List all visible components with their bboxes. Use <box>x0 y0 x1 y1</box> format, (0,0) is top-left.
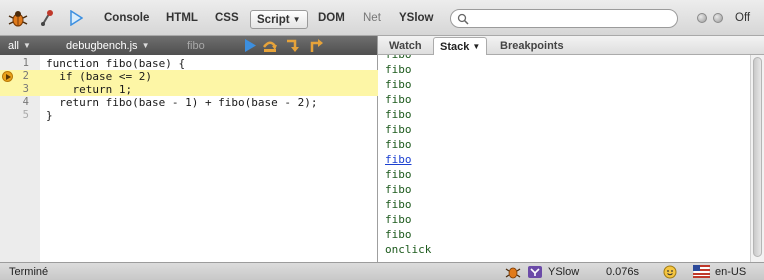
tab-yslow[interactable]: YSlow <box>399 0 434 36</box>
us-flag-icon[interactable] <box>693 265 710 278</box>
tab-dom[interactable]: DOM <box>318 0 345 36</box>
stack-frame[interactable]: fibo <box>385 108 412 122</box>
continue-icon[interactable] <box>69 0 83 36</box>
chevron-down-icon: ▼ <box>23 41 31 50</box>
yslow-label[interactable]: YSlow <box>548 263 579 280</box>
stack-frame[interactable]: fibo <box>385 78 412 92</box>
code-view[interactable]: 1 function fibo(base) { 2 if (base <= 2)… <box>0 55 378 262</box>
line-number[interactable]: 4 <box>0 96 29 109</box>
stack-frame[interactable]: fibo <box>385 183 412 197</box>
stack-frame[interactable]: fibo <box>385 93 412 107</box>
off-button[interactable]: Off <box>735 0 750 36</box>
status-text: Terminé <box>9 266 49 278</box>
code-text: function fibo(base) { <box>46 57 186 70</box>
code-text: return fibo(base - 1) + fibo(base - 2); <box>46 96 318 109</box>
tab-watch[interactable]: Watch <box>389 36 422 55</box>
call-stack-list: fibo fibo fibo fibo fibo fibo fibo fibo … <box>378 55 750 262</box>
step-over-icon[interactable] <box>262 38 278 53</box>
tab-html[interactable]: HTML <box>166 0 198 36</box>
line-number[interactable]: 5 <box>0 109 29 122</box>
tab-stack[interactable]: Stack ▼ <box>433 37 488 55</box>
chevron-down-icon: ▼ <box>472 42 481 51</box>
search-icon <box>457 13 469 25</box>
scrollbar-thumb[interactable] <box>753 57 762 257</box>
vertical-scrollbar[interactable] <box>750 55 764 262</box>
code-line[interactable]: 3 return 1; <box>0 83 378 96</box>
context-select[interactable]: all ▼ <box>8 36 31 55</box>
script-subtoolbar: all ▼ debugbench.js ▼ fibo <box>0 36 377 55</box>
tab-console[interactable]: Console <box>104 0 149 36</box>
side-panel: Watch Stack ▼ Breakpoints fibo fibo fibo… <box>378 36 764 262</box>
stack-frame[interactable]: fibo <box>385 138 412 152</box>
code-line[interactable]: 5 } <box>0 109 378 122</box>
yslow-icon[interactable] <box>527 265 543 279</box>
search-input[interactable] <box>450 9 678 28</box>
current-function-label: fibo <box>187 39 205 52</box>
timing-readout: 0.076s <box>606 266 640 278</box>
code-line-current[interactable]: 2 if (base <= 2) <box>0 70 378 83</box>
tab-net[interactable]: Net <box>363 0 381 36</box>
file-select-value: debugbench.js <box>66 39 138 52</box>
line-number[interactable]: 2 <box>0 70 29 83</box>
code-text: return 1; <box>46 83 133 96</box>
inspect-icon[interactable] <box>40 0 56 36</box>
code-line[interactable]: 1 function fibo(base) { <box>0 57 378 70</box>
stack-frame[interactable]: fibo <box>385 228 412 242</box>
tab-css[interactable]: CSS <box>215 0 239 36</box>
stack-frame[interactable]: fibo <box>385 213 412 227</box>
minimize-icon[interactable] <box>713 13 723 23</box>
chevron-down-icon: ▼ <box>292 15 301 24</box>
smiley-icon[interactable] <box>663 265 677 279</box>
tab-breakpoints[interactable]: Breakpoints <box>500 36 564 55</box>
continue-button-icon[interactable] <box>242 38 258 53</box>
code-text: if (base <= 2) <box>46 70 152 83</box>
stack-frame[interactable]: onclick <box>385 243 431 257</box>
stack-frame[interactable]: fibo <box>385 123 412 137</box>
tab-script[interactable]: Script ▼ <box>250 10 308 29</box>
status-bar: Terminé YSlow 0.076s en-US <box>0 262 764 280</box>
step-into-icon[interactable] <box>285 38 301 53</box>
chevron-down-icon: ▼ <box>141 41 150 50</box>
code-text: } <box>46 109 53 122</box>
stack-frame[interactable]: fibo <box>385 198 412 212</box>
line-number[interactable]: 1 <box>0 57 29 70</box>
file-select[interactable]: debugbench.js ▼ <box>66 36 149 55</box>
tab-script-label: Script <box>257 13 290 26</box>
stack-frame[interactable]: fibo <box>385 55 412 62</box>
locale-label[interactable]: en-US <box>715 263 746 280</box>
stack-frame[interactable]: fibo <box>385 63 412 77</box>
step-out-icon[interactable] <box>308 38 324 53</box>
code-line[interactable]: 4 return fibo(base - 1) + fibo(base - 2)… <box>0 96 378 109</box>
side-panel-tabs: Watch Stack ▼ Breakpoints <box>378 36 764 55</box>
firebug-status-icon[interactable] <box>505 265 521 279</box>
detach-window-icon[interactable] <box>697 13 707 23</box>
firebug-logo-icon[interactable] <box>8 0 28 36</box>
stack-frame[interactable]: fibo <box>385 168 412 182</box>
tab-stack-label: Stack <box>440 40 470 53</box>
context-select-value: all <box>8 39 20 52</box>
stack-frame-selected[interactable]: fibo <box>385 153 412 167</box>
firebug-toolbar: Console HTML CSS Script ▼ DOM Net YSlow … <box>0 0 764 36</box>
line-number[interactable]: 3 <box>0 83 29 96</box>
script-source-panel: all ▼ debugbench.js ▼ fibo 1 function fi… <box>0 36 378 262</box>
